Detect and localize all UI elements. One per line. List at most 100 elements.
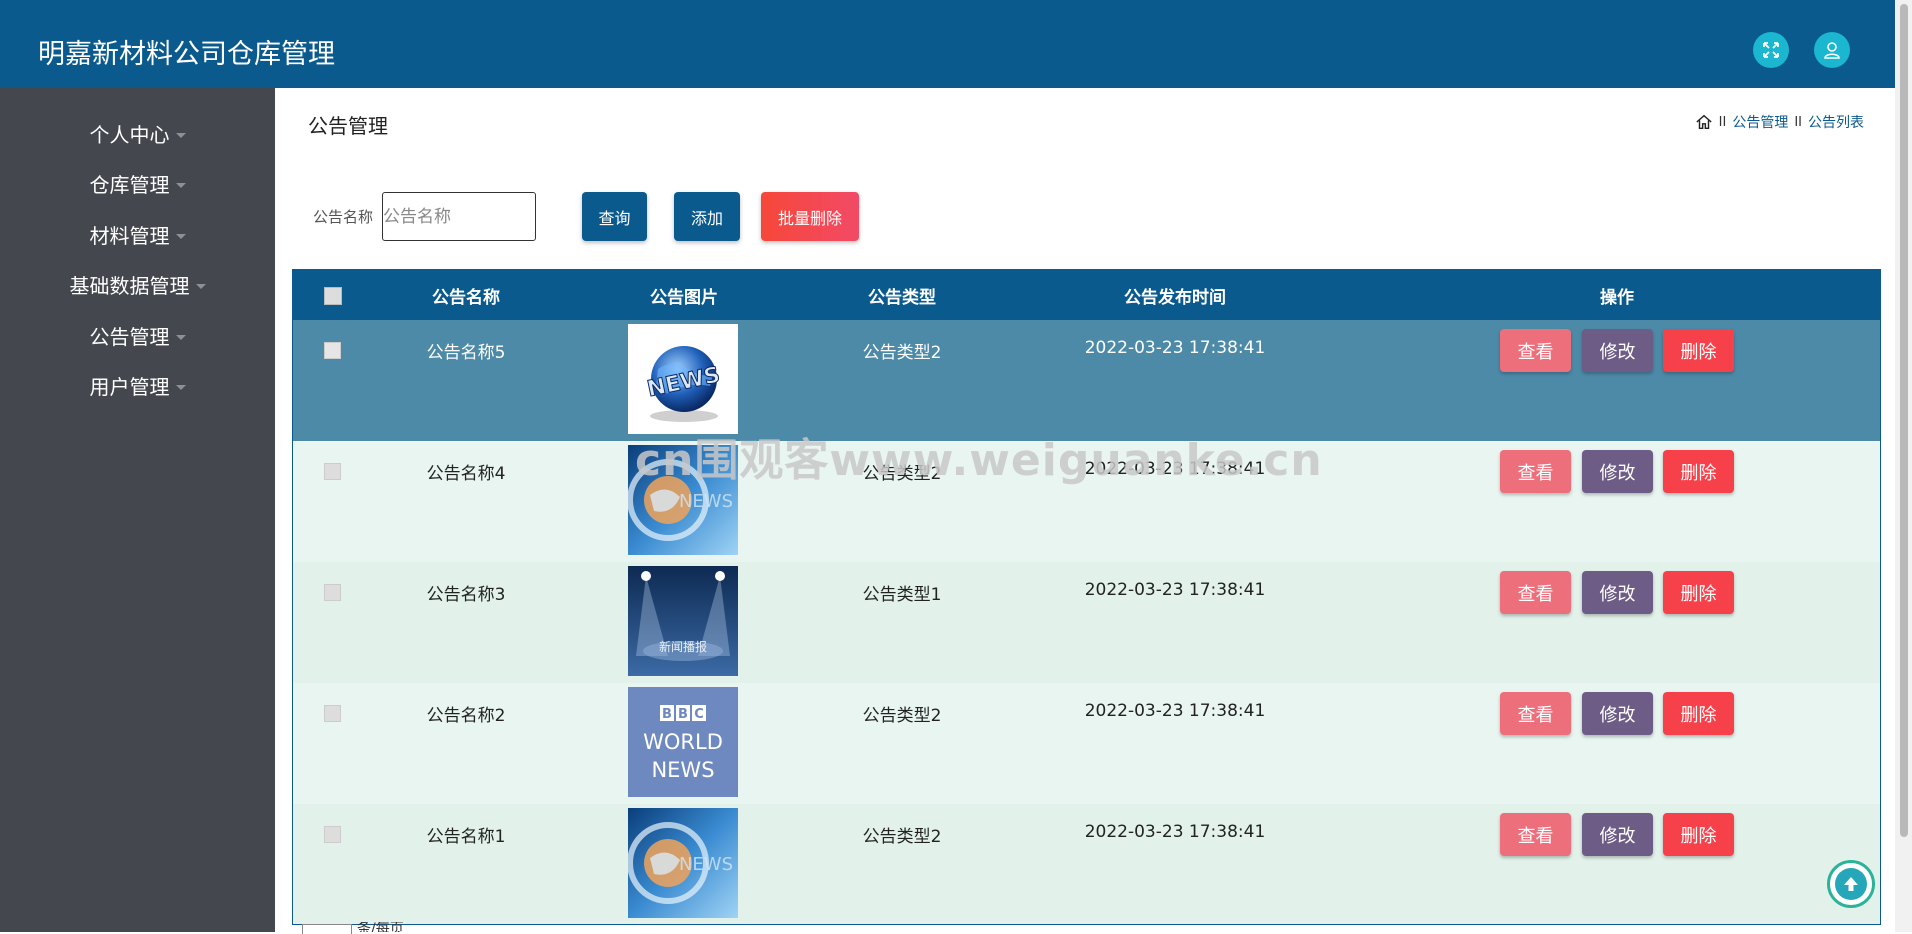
row-checkbox[interactable] — [324, 463, 341, 480]
announcement-name: 公告名称4 — [426, 464, 506, 484]
sidebar-item-announcements[interactable]: 公告管理 — [0, 315, 275, 355]
sidebar-item-warehouse[interactable]: 仓库管理 — [0, 163, 275, 203]
delete-button[interactable]: 删除 — [1663, 692, 1734, 735]
svg-text:NEWS: NEWS — [679, 854, 733, 875]
breadcrumb-item-announcements[interactable]: 公告管理 — [1732, 112, 1788, 132]
query-button[interactable]: 查询 — [582, 192, 647, 241]
announcement-type: 公告类型2 — [862, 464, 942, 484]
svg-text:B: B — [662, 707, 672, 722]
announcement-type: 公告类型1 — [862, 585, 942, 605]
user-icon — [1824, 42, 1840, 59]
column-header-name: 公告名称 — [432, 287, 500, 308]
announcement-image: NEWS — [628, 808, 738, 918]
caret-down-icon — [175, 132, 186, 138]
edit-button[interactable]: 修改 — [1582, 692, 1653, 735]
select-all-checkbox[interactable] — [324, 287, 342, 305]
scrollbar-thumb[interactable] — [1900, 4, 1908, 837]
expand-icon — [1763, 42, 1779, 58]
svg-text:B: B — [678, 707, 688, 722]
user-button[interactable] — [1814, 32, 1850, 68]
edit-button[interactable]: 修改 — [1582, 813, 1653, 856]
table-row[interactable]: 公告名称4 NEWS 公告类型2 2022-03-23 17:38:41 查看 — [293, 441, 1880, 562]
edit-button[interactable]: 修改 — [1582, 450, 1653, 493]
view-button[interactable]: 查看 — [1500, 692, 1571, 735]
arrow-up-icon — [1835, 868, 1867, 900]
caret-down-icon — [175, 384, 186, 390]
caret-down-icon — [175, 233, 186, 239]
column-header-image: 公告图片 — [650, 287, 718, 308]
sidebar-item-basic-data[interactable]: 基础数据管理 — [0, 264, 275, 304]
view-button[interactable]: 查看 — [1500, 450, 1571, 493]
row-checkbox[interactable] — [324, 342, 341, 359]
announcement-time: 2022-03-23 17:38:41 — [1084, 580, 1266, 600]
delete-button[interactable]: 删除 — [1663, 329, 1734, 372]
table-row[interactable]: 公告名称2 B B C WORLD NEWS 公告类型2 2022-03-23 … — [293, 683, 1880, 804]
view-button[interactable]: 查看 — [1500, 571, 1571, 614]
announcement-image: B B C WORLD NEWS — [628, 687, 738, 797]
caret-down-icon — [175, 182, 186, 188]
announcement-type: 公告类型2 — [862, 827, 942, 847]
search-label: 公告名称 — [313, 208, 374, 226]
row-checkbox[interactable] — [324, 705, 341, 722]
sidebar-item-personal-center[interactable]: 个人中心 — [0, 113, 275, 153]
sidebar: 个人中心 仓库管理 材料管理 基础数据管理 公告管理 用户管理 — [0, 88, 275, 932]
delete-button[interactable]: 删除 — [1663, 813, 1734, 856]
announcement-time: 2022-03-23 17:38:41 — [1084, 701, 1266, 721]
vertical-scrollbar[interactable] — [1895, 0, 1912, 932]
announcement-time: 2022-03-23 17:38:41 — [1084, 338, 1266, 358]
table-row[interactable]: 公告名称1 NEWS 公告类型2 2022-03-23 17:38:41 查看 — [293, 804, 1880, 924]
breadcrumb-separator: II — [1794, 114, 1802, 130]
announcement-image: NEWS — [628, 445, 738, 555]
breadcrumb-item-list[interactable]: 公告列表 — [1808, 112, 1864, 132]
sidebar-item-label: 用户管理 — [89, 374, 170, 399]
announcement-image: 新闻播报 — [628, 566, 738, 676]
home-icon[interactable] — [1695, 113, 1713, 131]
batch-delete-button[interactable]: 批量删除 — [761, 192, 859, 241]
sidebar-item-label: 个人中心 — [89, 122, 170, 147]
column-header-actions: 操作 — [1600, 287, 1634, 308]
delete-button[interactable]: 删除 — [1663, 450, 1734, 493]
page-size-label: 条/每页 — [357, 922, 404, 932]
table-row[interactable]: 公告名称5 NEWS 公告类型2 2022-03-23 17:38:41 查看 … — [293, 320, 1880, 441]
announcement-name: 公告名称2 — [426, 706, 506, 726]
announcement-time: 2022-03-23 17:38:41 — [1084, 459, 1266, 479]
breadcrumb: II 公告管理 II 公告列表 — [1695, 112, 1864, 132]
announcement-name-input[interactable] — [382, 192, 536, 241]
view-button[interactable]: 查看 — [1500, 813, 1571, 856]
row-checkbox[interactable] — [324, 826, 341, 843]
sidebar-item-label: 仓库管理 — [89, 172, 170, 197]
back-to-top-button[interactable] — [1827, 860, 1875, 908]
view-button[interactable]: 查看 — [1500, 329, 1571, 372]
column-header-time: 公告发布时间 — [1124, 287, 1226, 308]
announcement-name: 公告名称1 — [426, 827, 506, 847]
edit-button[interactable]: 修改 — [1582, 329, 1653, 372]
app-title: 明嘉新材料公司仓库管理 — [38, 39, 335, 70]
caret-down-icon — [175, 334, 186, 340]
announcement-name: 公告名称3 — [426, 585, 506, 605]
column-header-type: 公告类型 — [868, 287, 936, 308]
announcement-table: 公告名称 公告图片 公告类型 公告发布时间 操作 公告名称5 NEWS 公告类型… — [292, 269, 1881, 925]
edit-button[interactable]: 修改 — [1582, 571, 1653, 614]
announcement-time: 2022-03-23 17:38:41 — [1084, 822, 1266, 842]
page-size-select[interactable] — [302, 924, 352, 934]
sidebar-item-materials[interactable]: 材料管理 — [0, 214, 275, 254]
svg-text:C: C — [694, 707, 704, 722]
table-header: 公告名称 公告图片 公告类型 公告发布时间 操作 — [293, 270, 1880, 320]
row-checkbox[interactable] — [324, 584, 341, 601]
sidebar-item-users[interactable]: 用户管理 — [0, 365, 275, 405]
table-row[interactable]: 公告名称3 新闻播报 公告类型1 2022-03-23 17:38:41 查看 … — [293, 562, 1880, 683]
top-header: 明嘉新材料公司仓库管理 — [0, 0, 1895, 88]
sidebar-item-label: 公告管理 — [89, 324, 170, 349]
svg-text:NEWS: NEWS — [679, 491, 733, 512]
svg-text:WORLD: WORLD — [643, 730, 723, 754]
sidebar-item-label: 材料管理 — [89, 223, 170, 248]
announcement-type: 公告类型2 — [862, 706, 942, 726]
announcement-name: 公告名称5 — [426, 343, 506, 363]
sidebar-item-label: 基础数据管理 — [69, 273, 190, 298]
delete-button[interactable]: 删除 — [1663, 571, 1734, 614]
breadcrumb-separator: II — [1718, 114, 1727, 130]
add-button[interactable]: 添加 — [674, 192, 740, 241]
caret-down-icon — [195, 283, 206, 289]
fullscreen-button[interactable] — [1753, 32, 1789, 68]
svg-text:新闻播报: 新闻播报 — [659, 639, 707, 654]
